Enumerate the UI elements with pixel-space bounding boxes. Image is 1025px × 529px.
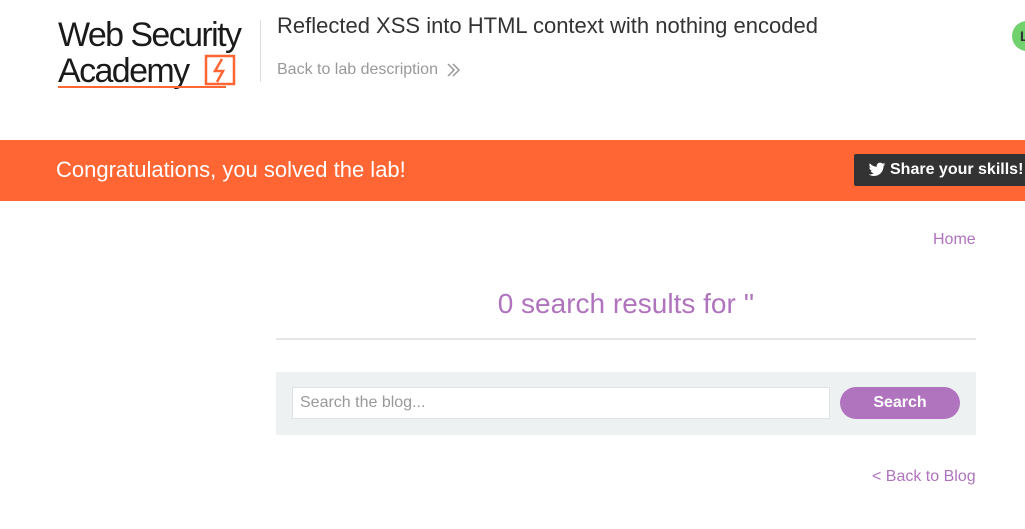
logo-line-2: Academy: [58, 52, 190, 90]
solved-message: Congratulations, you solved the lab!: [56, 157, 406, 182]
share-skills-button[interactable]: Share your skills!: [854, 154, 1025, 186]
logo-underline: [58, 86, 226, 88]
results-divider: [276, 338, 976, 340]
web-security-academy-logo[interactable]: Web Security Academy: [58, 16, 260, 92]
double-chevron-right-icon: [447, 63, 461, 77]
search-button[interactable]: Search: [840, 387, 960, 419]
share-skills-label: Share your skills!: [890, 161, 1024, 178]
logo-bolt-icon: [204, 54, 236, 86]
lab-header: Web Security Academy Reflected XSS into …: [0, 0, 1025, 140]
back-to-lab-description-label: Back to lab description: [277, 61, 438, 78]
solved-banner: Congratulations, you solved the lab! Sha…: [0, 140, 1025, 201]
search-results-title: 0 search results for '': [497, 288, 755, 319]
search-input[interactable]: [292, 387, 830, 419]
back-to-lab-description-link[interactable]: Back to lab description: [277, 61, 461, 79]
lab-title: Reflected XSS into HTML context with not…: [277, 13, 818, 38]
twitter-icon: [868, 162, 886, 176]
lab-status-badge: L: [1012, 21, 1025, 51]
home-link[interactable]: Home: [933, 231, 976, 249]
header-divider: [260, 20, 261, 82]
logo-line-1: Web Security: [58, 16, 242, 54]
search-form: Search: [276, 372, 976, 435]
back-to-blog-link[interactable]: < Back to Blog: [872, 468, 976, 486]
